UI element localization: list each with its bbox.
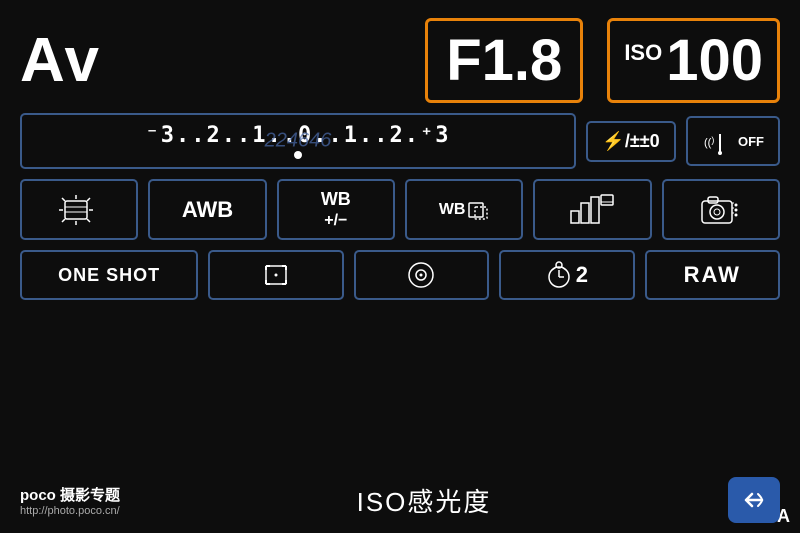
camera-mode-box[interactable] [662, 179, 780, 240]
iso-label: ISO [624, 40, 662, 66]
poco-url: http://photo.poco.cn/ [20, 505, 120, 517]
aperture-value[interactable]: F1.8 [425, 18, 583, 103]
timer-box[interactable]: 2 [499, 250, 634, 300]
wb-bracket-icon: WB [439, 199, 490, 221]
wb-bracket-box[interactable]: WB [405, 179, 523, 240]
iso-box[interactable]: ISO 100 [607, 18, 780, 103]
wb-adj-line1: WB [321, 189, 351, 210]
exposure-scale: ⁻3..2..1..0..1..2.⁺3 [146, 123, 451, 148]
exposure-row: ⁻3..2..1..0..1..2.⁺3 224646 ⚡/± ±0 (() O… [20, 113, 780, 169]
focus-mode-label: ONE SHOT [58, 265, 160, 286]
focus-point-icon [256, 260, 296, 290]
metering-icon [57, 193, 101, 227]
exposure-settings: F1.8 ISO 100 [425, 18, 780, 103]
timer-icon [546, 260, 572, 290]
bottom-bar: poco 摄影专题 http://photo.poco.cn/ ISO感光度 [0, 477, 800, 523]
raw-box[interactable]: RAW [645, 250, 780, 300]
timer-number: 2 [576, 262, 588, 288]
back-button[interactable] [728, 477, 780, 523]
poco-logo: poco 摄影专题 http://photo.poco.cn/ [20, 484, 120, 517]
settings-row: A AWB WB +/− WB [20, 179, 780, 240]
metering2-box[interactable] [354, 250, 489, 300]
wb-adj-box[interactable]: WB +/− [277, 179, 395, 240]
svg-text:((): (() [704, 135, 714, 149]
wifi-box[interactable]: (() OFF [686, 116, 780, 166]
timer-icon-group: 2 [546, 260, 588, 290]
iso-description: ISO感光度 [357, 482, 492, 519]
metering-box[interactable]: A [20, 179, 138, 240]
flash-icon: ⚡/± [602, 131, 639, 152]
flash-compensation-box[interactable]: ⚡/± ±0 [586, 121, 676, 162]
camera-icon [698, 193, 744, 227]
awb-label: AWB [182, 197, 233, 223]
image-quality-box[interactable] [533, 179, 651, 240]
focus-mode-box[interactable]: ONE SHOT [20, 250, 198, 300]
exp-neg: ⁻3..2..1..0..1..2. [146, 123, 420, 148]
bracket-icon [467, 199, 489, 221]
poco-brand: poco 摄影专题 [20, 484, 120, 505]
exp-pos: ⁺3 [420, 123, 451, 148]
awb-box[interactable]: AWB [148, 179, 266, 240]
camera-display: Av F1.8 ISO 100 ⁻3..2..1..0..1..2.⁺3 224… [0, 0, 800, 533]
focus-point-box[interactable] [208, 250, 343, 300]
raw-label: RAW [684, 262, 741, 288]
metering2-icon [401, 260, 441, 290]
image-quality-icon [569, 193, 615, 227]
flash-value: ±0 [640, 131, 660, 152]
shooting-mode: Av [20, 25, 140, 96]
wifi-label: OFF [738, 134, 764, 149]
exposure-indicator [294, 151, 302, 159]
back-arrow-icon [740, 488, 768, 512]
top-row: Av F1.8 ISO 100 [20, 18, 780, 103]
wb-adj-line2: +/− [324, 212, 347, 230]
iso-value: 100 [666, 27, 763, 94]
bottom-settings-row: ONE SHOT [20, 250, 780, 300]
wifi-icon: (() [702, 126, 738, 156]
exposure-scale-box[interactable]: ⁻3..2..1..0..1..2.⁺3 224646 [20, 113, 576, 169]
